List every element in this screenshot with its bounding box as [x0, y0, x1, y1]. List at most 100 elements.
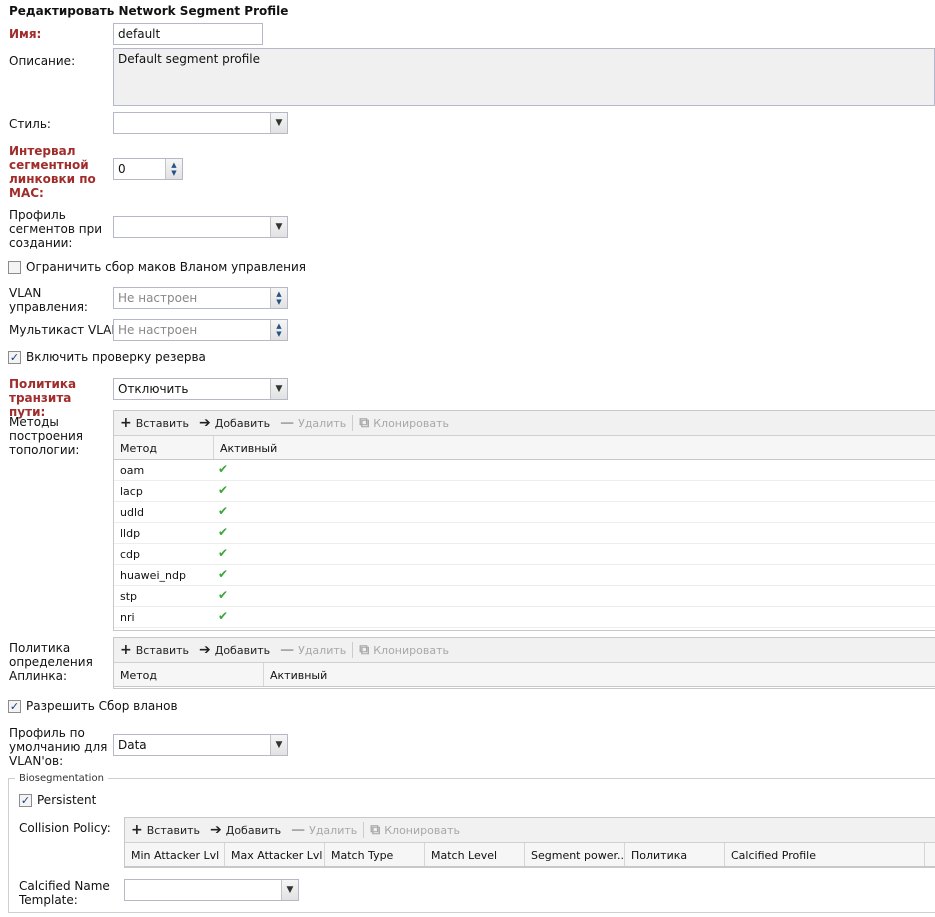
table-row[interactable]: oam ✔: [114, 460, 935, 481]
table-row[interactable]: nri ✔: [114, 607, 935, 628]
segment-profile-label: Профиль сегментов при создании:: [9, 208, 103, 250]
delete-button[interactable]: — Удалить: [291, 823, 357, 837]
clone-button[interactable]: ⧉ Клонировать: [359, 416, 449, 430]
mcast-vlan-placeholder: Не настроен: [118, 323, 198, 337]
uplink-label: Политика определения Аплинка:: [9, 641, 93, 683]
topology-grid: + Вставить ➔ Добавить — Удалить ⧉ Клонироват…: [113, 410, 935, 631]
add-arrow-icon: ➔: [210, 822, 222, 838]
copy-icon: ⧉: [359, 642, 370, 658]
biosegmentation-legend: Biosegmentation: [19, 773, 104, 784]
mac-interval-spinner[interactable]: 0 ▲ ▼: [113, 158, 183, 180]
mcast-vlan-spinner[interactable]: Не настроен ▲ ▼: [113, 319, 288, 341]
add-arrow-icon: ➔: [199, 415, 211, 431]
spinner-arrows-icon[interactable]: ▲ ▼: [270, 320, 287, 340]
mgmt-vlan-spinner[interactable]: Не настроен ▲ ▼: [113, 287, 288, 309]
column-header-max-attacker[interactable]: Max Attacker Lvl: [225, 843, 325, 866]
check-icon: ✔: [218, 525, 229, 539]
toolbar-separator: [352, 642, 354, 658]
reserve-check-label: Включить проверку резерва: [26, 350, 206, 364]
topology-toolbar: + Вставить ➔ Добавить — Удалить ⧉ Клонироват…: [114, 411, 935, 436]
mgmt-vlan-placeholder: Не настроен: [118, 291, 198, 305]
chevron-down-icon[interactable]: ▼: [270, 113, 287, 133]
check-icon: ✔: [218, 483, 229, 497]
chevron-down-icon[interactable]: ▼: [270, 735, 287, 755]
mac-interval-value: 0: [118, 162, 126, 176]
limit-macs-label: Ограничить сбор маков Вланом управления: [26, 260, 307, 274]
persistent-checkbox[interactable]: ✓: [19, 793, 32, 807]
spinner-arrows-icon[interactable]: ▲ ▼: [165, 159, 182, 179]
description-textarea[interactable]: Default segment profile: [113, 48, 935, 106]
topology-header: Метод Активный: [114, 436, 935, 460]
plus-icon: +: [120, 642, 132, 658]
persistent-row[interactable]: ✓ Persistent: [19, 793, 96, 807]
limit-macs-checkbox[interactable]: [8, 260, 21, 274]
plus-icon: +: [120, 415, 132, 431]
clone-button[interactable]: ⧉ Клонировать: [370, 823, 460, 837]
column-header-active[interactable]: Активный: [214, 436, 935, 459]
collision-toolbar: + Вставить ➔ Добавить — Удалить ⧉ Клонироват…: [125, 818, 935, 843]
mcast-vlan-label: Мультикаст VLAN:: [9, 323, 125, 337]
style-select[interactable]: ▼: [113, 112, 288, 134]
minus-icon: —: [280, 415, 295, 431]
vlan-profile-select[interactable]: Data ▼: [113, 734, 288, 756]
column-header-segment-power[interactable]: Segment power...: [525, 843, 625, 866]
uplink-header: Метод Активный: [114, 663, 935, 687]
calcified-template-select[interactable]: ▼: [124, 879, 299, 901]
delete-button[interactable]: — Удалить: [280, 415, 346, 431]
allow-vlans-row[interactable]: ✓ Разрешить Сбор вланов: [8, 699, 178, 713]
name-input[interactable]: default: [113, 23, 263, 45]
collision-policy-grid: + Вставить ➔ Добавить — Удалить ⧉ Клонироват…: [124, 817, 935, 868]
column-header-method[interactable]: Метод: [114, 663, 264, 686]
table-row[interactable]: stp ✔: [114, 586, 935, 607]
column-header-calcified-profile[interactable]: Calcified Profile: [725, 843, 925, 866]
table-row[interactable]: udld ✔: [114, 502, 935, 523]
column-header-method[interactable]: Метод: [114, 436, 214, 459]
check-icon: ✔: [218, 609, 229, 623]
column-header-policy[interactable]: Политика: [625, 843, 725, 866]
column-header-min-attacker[interactable]: Min Attacker Lvl: [125, 843, 225, 866]
check-icon: ✔: [218, 462, 229, 476]
transit-policy-select[interactable]: Отключить ▼: [113, 378, 288, 400]
name-label: Имя:: [9, 27, 42, 41]
uplink-grid: + Вставить ➔ Добавить — Удалить ⧉ Клонироват…: [113, 637, 935, 689]
check-icon: ✔: [218, 546, 229, 560]
check-icon: ✔: [218, 567, 229, 581]
minus-icon: —: [280, 642, 295, 658]
calcified-template-label: Calcified Name Template:: [19, 879, 110, 907]
table-row[interactable]: lldp ✔: [114, 523, 935, 544]
chevron-down-icon[interactable]: ▼: [270, 379, 287, 399]
insert-button[interactable]: + Вставить: [120, 415, 189, 431]
add-button[interactable]: ➔ Добавить: [199, 642, 270, 658]
reserve-check-checkbox[interactable]: ✓: [8, 350, 21, 364]
add-button[interactable]: ➔ Добавить: [210, 822, 281, 838]
add-arrow-icon: ➔: [199, 642, 211, 658]
spinner-arrows-icon[interactable]: ▲ ▼: [270, 288, 287, 308]
table-row[interactable]: huawei_ndp ✔: [114, 565, 935, 586]
add-button[interactable]: ➔ Добавить: [199, 415, 270, 431]
column-header-active[interactable]: Активный: [264, 663, 935, 686]
transit-policy-label: Политика транзита пути:: [9, 377, 77, 419]
allow-vlans-checkbox[interactable]: ✓: [8, 699, 21, 713]
chevron-down-icon[interactable]: ▼: [270, 217, 287, 237]
table-row[interactable]: cdp ✔: [114, 544, 935, 565]
limit-macs-row[interactable]: Ограничить сбор маков Вланом управления: [8, 260, 306, 274]
chevron-down-icon[interactable]: ▼: [281, 880, 298, 900]
mgmt-vlan-label: VLAN управления:: [9, 286, 88, 314]
segment-profile-select[interactable]: ▼: [113, 216, 288, 238]
vlan-profile-value: Data: [118, 738, 147, 752]
plus-icon: +: [131, 822, 143, 838]
vlan-profile-label: Профиль по умолчанию для VLAN'ов:: [9, 726, 108, 768]
table-row[interactable]: lacp ✔: [114, 481, 935, 502]
column-header-match-level[interactable]: Match Level: [425, 843, 525, 866]
check-icon: ✔: [218, 588, 229, 602]
mac-interval-label: Интервал сегментной линковки по MAC:: [9, 144, 96, 200]
delete-button[interactable]: — Удалить: [280, 642, 346, 658]
reserve-check-row[interactable]: ✓ Включить проверку резерва: [8, 350, 206, 364]
insert-button[interactable]: + Вставить: [120, 642, 189, 658]
insert-button[interactable]: + Вставить: [131, 822, 200, 838]
clone-button[interactable]: ⧉ Клонировать: [359, 642, 449, 658]
toolbar-separator: [363, 822, 365, 838]
column-header-match-type[interactable]: Match Type: [325, 843, 425, 866]
collision-policy-label: Collision Policy:: [19, 821, 111, 835]
check-icon: ✔: [218, 504, 229, 518]
